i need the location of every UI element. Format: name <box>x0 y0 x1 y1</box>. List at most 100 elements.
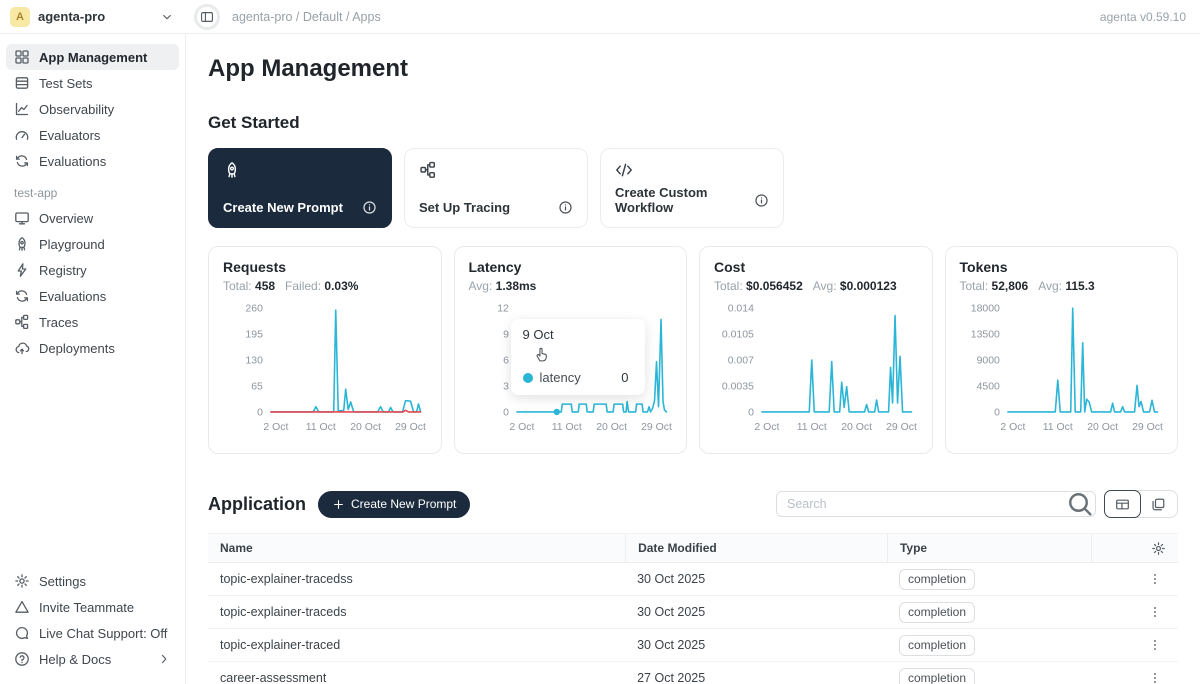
column-header-date-modified[interactable]: Date Modified <box>625 534 887 562</box>
sidebar-item-live-chat-support-off[interactable]: Live Chat Support: Off <box>6 620 179 646</box>
card-view-button[interactable] <box>1140 491 1177 517</box>
info-icon[interactable] <box>362 200 377 215</box>
sidebar-item-settings[interactable]: Settings <box>6 568 179 594</box>
page-title: App Management <box>208 55 1178 83</box>
breadcrumb[interactable]: agenta-pro / Default / Apps <box>232 10 381 24</box>
sidebar-item-label: Deployments <box>39 341 115 356</box>
row-actions-button[interactable] <box>1144 601 1166 623</box>
chart-stats: Avg: 1.38ms <box>469 279 673 293</box>
svg-text:11 Oct: 11 Oct <box>306 422 336 433</box>
sidebar-item-evaluations[interactable]: Evaluations <box>6 283 179 309</box>
create-new-prompt-card[interactable]: Create New Prompt <box>208 148 392 228</box>
series-name: latency <box>540 370 581 385</box>
row-actions-button[interactable] <box>1144 568 1166 590</box>
svg-text:3: 3 <box>503 381 509 392</box>
chart-stat: Total: 52,806 <box>960 279 1029 293</box>
row-actions-button[interactable] <box>1144 667 1166 684</box>
sidebar-item-playground[interactable]: Playground <box>6 231 179 257</box>
sidebar-item-test-sets[interactable]: Test Sets <box>6 70 179 96</box>
cloud-up-icon <box>14 340 30 356</box>
type-badge: completion <box>899 569 975 590</box>
sidebar-item-label: Evaluations <box>39 154 106 169</box>
table-row[interactable]: topic-explainer-tracedss30 Oct 2025compl… <box>208 563 1178 596</box>
sidebar-item-overview[interactable]: Overview <box>6 205 179 231</box>
column-header-name[interactable]: Name <box>208 534 625 562</box>
svg-text:2 Oct: 2 Oct <box>263 422 288 433</box>
set-up-tracing-card[interactable]: Set Up Tracing <box>404 148 588 228</box>
sidebar-app-section-label: test-app <box>6 174 179 205</box>
cell-name: career-assessment <box>208 671 625 684</box>
row-actions-button[interactable] <box>1144 634 1166 656</box>
plus-icon <box>332 498 345 511</box>
chart-stat: Total: 458 <box>223 279 275 293</box>
chart-title: Requests <box>223 259 427 275</box>
arrows-clockwise-icon <box>14 153 30 169</box>
rocket-icon <box>14 236 30 252</box>
create-custom-workflow-card[interactable]: Create Custom Workflow <box>600 148 784 228</box>
table-row[interactable]: topic-explainer-traceds30 Oct 2025comple… <box>208 596 1178 629</box>
chart-stats: Total: 52,806Avg: 115.3 <box>960 279 1164 293</box>
sidebar-item-traces[interactable]: Traces <box>6 309 179 335</box>
sidebar-item-registry[interactable]: Registry <box>6 257 179 283</box>
tree-icon <box>419 161 437 179</box>
sidebar-item-help-docs[interactable]: Help & Docs <box>6 646 179 672</box>
card-label: Set Up Tracing <box>419 200 510 215</box>
chart-stat: Avg: $0.000123 <box>813 279 897 293</box>
triangle-icon <box>14 599 30 615</box>
cell-type: completion <box>887 668 1091 684</box>
search-icon[interactable] <box>1065 492 1095 516</box>
chevron-right-icon <box>157 652 171 666</box>
card-label-row: Set Up Tracing <box>419 200 573 215</box>
sidebar-item-label: Registry <box>39 263 87 278</box>
column-header-type[interactable]: Type <box>887 534 1091 562</box>
svg-text:0.014: 0.014 <box>728 304 754 315</box>
cell-date-modified: 30 Oct 2025 <box>625 605 887 619</box>
chart-title: Latency <box>469 259 673 275</box>
ellipsis-v-icon <box>1148 605 1162 619</box>
svg-text:0: 0 <box>994 407 1000 418</box>
cost-chart[interactable]: 00.00350.0070.01050.0142 Oct11 Oct20 Oct… <box>714 298 918 438</box>
table-row[interactable]: topic-explainer-traced30 Oct 2025complet… <box>208 629 1178 662</box>
sidebar-item-evaluators[interactable]: Evaluators <box>6 122 179 148</box>
cell-type: completion <box>887 602 1091 623</box>
sidebar-item-label: Live Chat Support: Off <box>39 626 167 641</box>
card-label-row: Create New Prompt <box>223 200 377 215</box>
info-icon[interactable] <box>754 193 769 208</box>
svg-text:2 Oct: 2 Oct <box>754 422 779 433</box>
table-settings-gear-icon[interactable] <box>1151 541 1166 556</box>
table-view-button[interactable] <box>1104 490 1141 518</box>
sidebar-item-observability[interactable]: Observability <box>6 96 179 122</box>
table-row[interactable]: career-assessment27 Oct 2025completion <box>208 662 1178 684</box>
cost-chart-card: CostTotal: $0.056452Avg: $0.00012300.003… <box>699 246 933 454</box>
sidebar-item-deployments[interactable]: Deployments <box>6 335 179 361</box>
create-new-prompt-button[interactable]: Create New Prompt <box>318 491 470 518</box>
svg-text:2 Oct: 2 Oct <box>509 422 534 433</box>
sidebar-item-label: App Management <box>39 50 147 65</box>
tokens-chart-card: TokensTotal: 52,806Avg: 115.304500900013… <box>945 246 1179 454</box>
svg-text:20 Oct: 20 Oct <box>841 422 872 433</box>
info-icon[interactable] <box>558 200 573 215</box>
main-content: App Management Get Started Create New Pr… <box>186 34 1200 684</box>
workspace-selector[interactable]: A agenta-pro <box>0 7 186 27</box>
cell-date-modified: 30 Oct 2025 <box>625 572 887 586</box>
app-version: agenta v0.59.10 <box>1100 10 1200 24</box>
collapse-sidebar-button[interactable] <box>194 4 220 30</box>
requests-chart[interactable]: 0651301952602 Oct11 Oct20 Oct29 Oct <box>223 298 427 438</box>
sidebar-item-app-management[interactable]: App Management <box>6 44 179 70</box>
chart-tooltip-row: latency0 <box>523 370 633 385</box>
search-input[interactable] <box>777 497 1065 511</box>
sidebar-item-evaluations[interactable]: Evaluations <box>6 148 179 174</box>
tokens-chart[interactable]: 04500900013500180002 Oct11 Oct20 Oct29 O… <box>960 298 1164 438</box>
sidebar-item-label: Help & Docs <box>39 652 111 667</box>
svg-text:0.0035: 0.0035 <box>722 381 754 392</box>
type-badge: completion <box>899 602 975 623</box>
sidebar-item-label: Settings <box>39 574 86 589</box>
type-badge: completion <box>899 635 975 656</box>
svg-text:65: 65 <box>251 381 263 392</box>
svg-text:0: 0 <box>503 407 509 418</box>
sidebar-item-invite-teammate[interactable]: Invite Teammate <box>6 594 179 620</box>
chart-stat: Failed: 0.03% <box>285 279 358 293</box>
create-new-prompt-label: Create New Prompt <box>351 497 456 511</box>
svg-text:12: 12 <box>497 304 509 315</box>
card-label: Create New Prompt <box>223 200 343 215</box>
